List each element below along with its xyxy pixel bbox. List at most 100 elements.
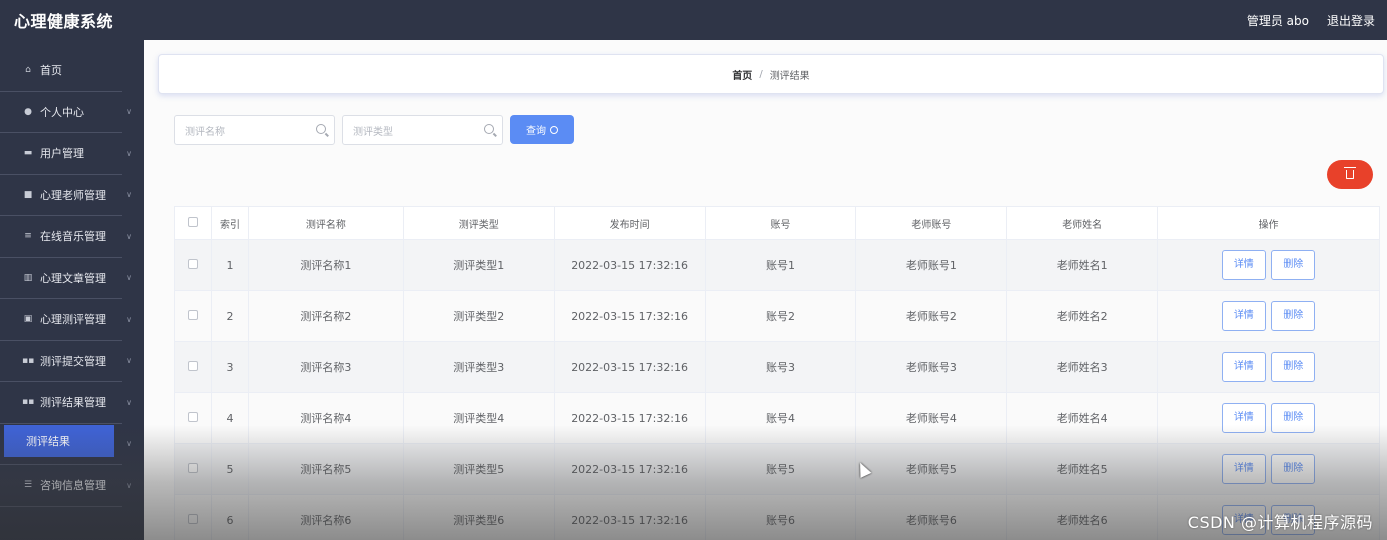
sidebar-item[interactable]: ▣ 心理测评管理 ∨ (0, 299, 132, 341)
assessment-type-input[interactable]: 测评类型 (342, 115, 503, 145)
chevron-down-icon: ∨ (126, 190, 132, 200)
search-icon (550, 125, 558, 134)
breadcrumb-separator: / (759, 68, 763, 80)
table-cell: 测评类型4 (402, 392, 555, 444)
sidebar-item-label: 测评提交管理 (40, 354, 106, 368)
sidebar-item[interactable]: ▪▪ 测评提交管理 ∨ (0, 341, 132, 382)
chevron-down-icon: ∨ (126, 231, 132, 241)
table-cell: 测评类型5 (402, 443, 555, 495)
sidebar-item[interactable]: ☰ 咨询信息管理 ∨ (0, 465, 132, 507)
row-checkbox[interactable] (187, 360, 198, 371)
table-cell: 账号4 (704, 392, 857, 444)
table-cell: 5 (210, 443, 249, 495)
sidebar-item[interactable]: ≡ 在线音乐管理 ∨ (0, 216, 132, 258)
home-icon: ⌂ (25, 65, 31, 76)
table-cell: 2022-03-15 17:32:16 (553, 392, 706, 444)
table-row: 2 测评名称2 测评类型2 2022-03-15 17:32:16 账号2 老师账号2 老师… (174, 290, 1380, 342)
table-row: 5 测评名称5 测评类型5 2022-03-15 17:32:16 账号5 老师账号5 老师… (174, 443, 1380, 495)
select-all-checkbox[interactable] (187, 216, 198, 227)
delete-button[interactable]: 删除 (1271, 352, 1316, 382)
row-select-cell (174, 290, 212, 342)
admin-user-label[interactable]: 管理员 abo (1247, 12, 1309, 29)
table-cell: 测评名称1 (247, 239, 404, 291)
batch-delete-button[interactable] (1327, 160, 1373, 189)
sidebar-item-label: 心理测评管理 (40, 313, 106, 327)
row-checkbox[interactable] (187, 258, 198, 269)
actions-cell: 详情 删除 (1157, 341, 1380, 393)
sidebar-item[interactable]: ▥ 心理文章管理 ∨ (0, 258, 132, 299)
table-row: 3 测评名称3 测评类型3 2022-03-15 17:32:16 账号3 老师账号3 老师… (174, 341, 1380, 393)
detail-button[interactable]: 详情 (1221, 403, 1266, 433)
table-cell: 测评名称2 (247, 290, 404, 342)
table-cell: 2022-03-15 17:32:16 (553, 239, 706, 291)
column-header: 测评名称 (247, 206, 404, 240)
table-cell: 账号1 (704, 239, 857, 291)
users-icon: ▬ (23, 148, 33, 159)
column-header: 测评类型 (402, 206, 555, 240)
main-content: 首页 / 测评结果 测评名称 测评类型 查询 索引 测评名称 测评类型 发布时间… (144, 40, 1387, 540)
select-all-cell (174, 206, 212, 240)
detail-button[interactable]: 详情 (1221, 301, 1266, 331)
actions-cell: 详情 删除 (1157, 443, 1380, 495)
sidebar-item[interactable]: ▬ 用户管理 ∨ (0, 133, 132, 175)
column-header: 索引 (210, 206, 249, 240)
delete-button[interactable]: 删除 (1271, 301, 1316, 331)
row-checkbox[interactable] (187, 513, 198, 524)
table-cell: 测评名称5 (247, 443, 404, 495)
sidebar-item[interactable]: ⌂ 首页 (0, 50, 122, 92)
trash-icon (1344, 167, 1356, 179)
breadcrumb-home[interactable]: 首页 (732, 67, 752, 82)
row-checkbox[interactable] (187, 462, 198, 473)
delete-button[interactable]: 删除 (1271, 403, 1316, 433)
column-header: 老师账号 (855, 206, 1008, 240)
table-cell: 2022-03-15 17:32:16 (553, 443, 706, 495)
sidebar-item[interactable]: ▪▪ 测评结果管理 ∨ (0, 382, 132, 424)
column-header: 账号 (704, 206, 857, 240)
detail-button[interactable]: 详情 (1221, 250, 1266, 280)
column-header: 操作 (1157, 206, 1380, 240)
table-header-row: 索引 测评名称 测评类型 发布时间 账号 老师账号 老师姓名 操作 (174, 206, 1380, 240)
sidebar-item[interactable]: ■ 心理老师管理 ∨ (0, 175, 132, 216)
query-button[interactable]: 查询 (510, 115, 574, 144)
row-select-cell (174, 341, 212, 393)
logout-link[interactable]: 退出登录 (1327, 12, 1375, 29)
assessment-type-placeholder: 测评类型 (353, 126, 393, 138)
table-cell: 老师账号2 (855, 290, 1008, 342)
table-cell: 老师账号5 (855, 443, 1008, 495)
teacher-icon: ■ (23, 189, 33, 200)
top-bar: 心理健康系统 管理员 abo 退出登录 (0, 0, 1387, 40)
delete-button[interactable]: 删除 (1271, 454, 1316, 484)
watermark: CSDN @计算机程序源码 (1187, 513, 1373, 532)
sidebar-item-label: 心理文章管理 (40, 271, 106, 285)
submit-icon: ▪▪ (22, 355, 35, 366)
sidebar-subitem-active[interactable]: 测评结果 (4, 425, 114, 457)
sidebar-item-label: 测评结果管理 (40, 396, 106, 410)
actions-cell: 详情 删除 (1157, 239, 1380, 291)
table-cell: 2022-03-15 17:32:16 (553, 341, 706, 393)
sidebar-item[interactable]: ● 个人中心 ∨ (0, 92, 132, 133)
row-checkbox[interactable] (187, 309, 198, 320)
sidebar-item-label: 咨询信息管理 (40, 479, 106, 493)
breadcrumb-current: 测评结果 (769, 70, 810, 82)
table-cell: 老师姓名2 (1006, 290, 1159, 342)
sidebar-item-label: 个人中心 (40, 105, 84, 119)
sidebar: ⌂ 首页 ● 个人中心 ∨ ▬ 用户管理 ∨ ■ 心理老师管理 ∨ ≡ 在线音乐管理 ∨ ▥ 心理文章管理 ∨ ▣… (0, 40, 144, 540)
table-row: 4 测评名称4 测评类型4 2022-03-15 17:32:16 账号4 老师账号4 老师… (174, 392, 1380, 444)
detail-button[interactable]: 详情 (1221, 454, 1266, 484)
app-title: 心理健康系统 (14, 12, 114, 31)
chevron-down-icon: ∨ (126, 480, 132, 490)
table-cell: 测评名称4 (247, 392, 404, 444)
detail-button[interactable]: 详情 (1221, 352, 1266, 382)
breadcrumb: 首页 / 测评结果 (158, 54, 1384, 94)
row-checkbox[interactable] (187, 411, 198, 422)
table-cell: 老师账号1 (855, 239, 1008, 291)
column-header: 老师姓名 (1006, 206, 1159, 240)
sidebar-item-label: 用户管理 (40, 147, 84, 161)
search-icon (316, 124, 326, 134)
chevron-down-icon: ∨ (126, 273, 132, 283)
delete-button[interactable]: 删除 (1271, 250, 1316, 280)
assessment-name-input[interactable]: 测评名称 (174, 115, 335, 145)
music-icon: ≡ (24, 231, 32, 242)
chevron-down-icon: ∨ (126, 356, 132, 366)
table-cell: 测评名称6 (247, 494, 404, 540)
